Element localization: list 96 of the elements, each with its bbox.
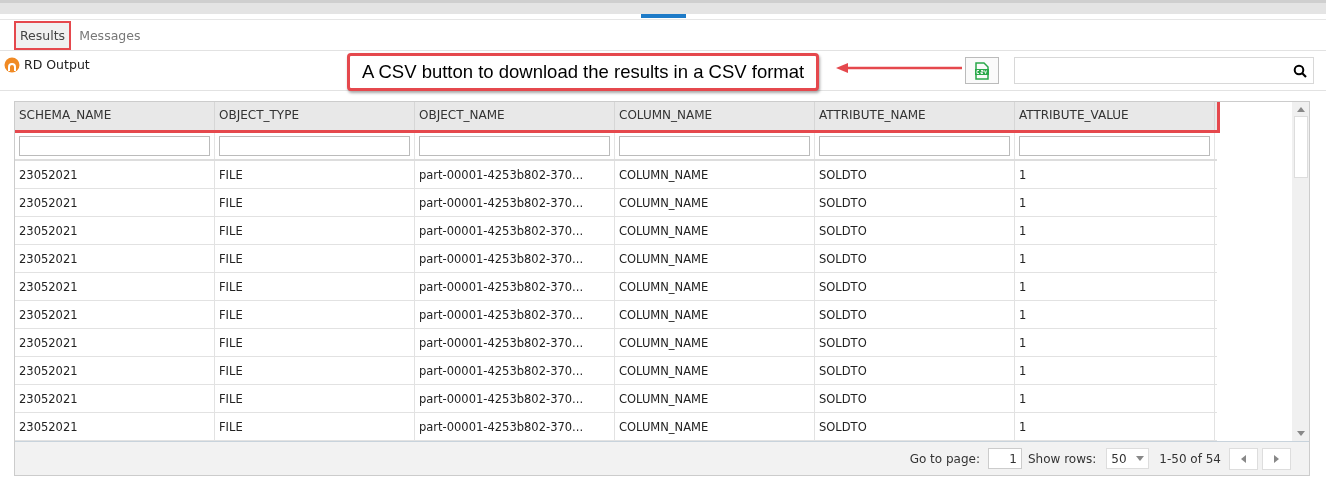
table-cell: 23052021 [15,385,215,412]
table-cell: SOLDTO [815,301,1015,328]
column-header[interactable]: OBJECT_TYPE [215,102,415,130]
table-cell: FILE [215,385,415,412]
table-cell: 23052021 [15,357,215,384]
table-cell: COLUMN_NAME [615,413,815,440]
column-filter-field[interactable] [219,136,410,156]
table-cell: FILE [215,301,415,328]
table-cell: 1 [1015,385,1215,412]
column-filter-field[interactable] [419,136,610,156]
tab[interactable]: Results [14,21,72,50]
table-cell: FILE [215,245,415,272]
annotation-callout: A CSV button to download the results in a CSV format [347,53,820,91]
scroll-up-icon [1296,106,1305,112]
table-cell: 23052021 [15,245,215,272]
table-cell: 23052021 [15,273,215,300]
table-cell: part-00001-4253b802-370... [415,329,615,356]
search-icon [1293,63,1307,78]
table-cell: part-00001-4253b802-370... [415,245,615,272]
table-cell: 23052021 [15,161,215,188]
table-cell: 1 [1015,301,1215,328]
table-cell: SOLDTO [815,245,1015,272]
table-cell: part-00001-4253b802-370... [415,385,615,412]
table-cell: COLUMN_NAME [615,245,815,272]
table-cell: SOLDTO [815,357,1015,384]
table-cell: 1 [1015,189,1215,216]
left-triangle-icon [1240,454,1247,463]
table-cell: COLUMN_NAME [615,273,815,300]
right-triangle-icon [1273,454,1280,463]
column-filter-field[interactable] [819,136,1010,156]
show-rows-label: Show rows: [1027,451,1097,466]
scrollbar[interactable] [1292,102,1309,441]
column-filter-field[interactable] [619,136,810,156]
table-cell: COLUMN_NAME [615,301,815,328]
csv-download-button[interactable] [965,57,999,84]
table-cell: 1 [1015,217,1215,244]
table-cell: 1 [1015,413,1215,440]
table-cell: FILE [215,217,415,244]
table-cell: FILE [215,273,415,300]
scroll-thumb[interactable] [1293,116,1308,178]
caret-icon [1136,455,1145,462]
rows-per-page-select[interactable]: 50 [1106,448,1150,469]
table-cell: COLUMN_NAME [615,161,815,188]
table-cell: part-00001-4253b802-370... [415,413,615,440]
table-cell: 1 [1015,273,1215,300]
previous-page-button[interactable] [1229,447,1258,470]
column-header[interactable]: OBJECT_NAME [415,102,615,130]
column-filter-field[interactable] [1019,136,1210,156]
table-cell: 23052021 [15,217,215,244]
table-cell: 1 [1015,357,1215,384]
table-cell: 23052021 [15,329,215,356]
column-header[interactable]: ATTRIBUTE_VALUE [1015,102,1215,130]
table-cell: 23052021 [15,189,215,216]
search-field[interactable] [1014,57,1314,84]
table-cell: FILE [215,189,415,216]
next-page-button[interactable] [1262,447,1291,470]
table-cell: SOLDTO [815,273,1015,300]
table-cell: SOLDTO [815,329,1015,356]
table-cell: part-00001-4253b802-370... [415,273,615,300]
table-cell: 23052021 [15,301,215,328]
table-cell: part-00001-4253b802-370... [415,161,615,188]
column-header[interactable]: COLUMN_NAME [615,102,815,130]
active-indicator [640,14,686,18]
table-cell: 1 [1015,245,1215,272]
go-to-page-label: Go to page: [909,451,980,466]
table-cell: SOLDTO [815,161,1015,188]
table-cell: SOLDTO [815,189,1015,216]
table-cell: COLUMN_NAME [615,217,815,244]
table-cell: COLUMN_NAME [615,357,815,384]
tab[interactable]: Messages [73,21,147,50]
table-cell: COLUMN_NAME [615,189,815,216]
output-icon [4,57,20,73]
table-cell: FILE [215,413,415,440]
table-cell: COLUMN_NAME [615,385,815,412]
table-cell: SOLDTO [815,385,1015,412]
scroll-down-icon [1296,431,1305,437]
table-cell: 1 [1015,161,1215,188]
table-cell: FILE [215,161,415,188]
page-number-field[interactable]: 1 [987,448,1022,469]
output-title: RD Output [24,57,90,72]
column-header[interactable]: ATTRIBUTE_NAME [815,102,1015,130]
column-header[interactable]: SCHEMA_NAME [15,102,215,130]
csv-file-icon [974,61,990,80]
table-cell: FILE [215,357,415,384]
table-cell: SOLDTO [815,217,1015,244]
table-cell: FILE [215,329,415,356]
table-cell: 23052021 [15,413,215,440]
table-cell: 1 [1015,329,1215,356]
table-cell: part-00001-4253b802-370... [415,217,615,244]
column-filter-field[interactable] [19,136,210,156]
table-cell: part-00001-4253b802-370... [415,357,615,384]
table-cell: SOLDTO [815,413,1015,440]
page-range-text: 1-50 of 54 [1159,451,1221,466]
table-cell: part-00001-4253b802-370... [415,189,615,216]
table-cell: part-00001-4253b802-370... [415,301,615,328]
table-cell: COLUMN_NAME [615,329,815,356]
